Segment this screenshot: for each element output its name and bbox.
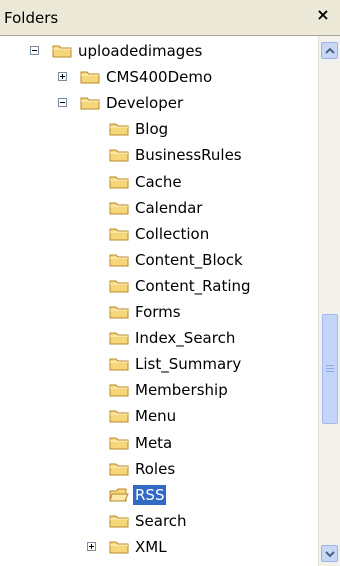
chevron-down-icon — [325, 551, 335, 558]
tree-node[interactable]: Developer — [0, 92, 316, 114]
tree-node[interactable]: uploadedimages — [0, 40, 316, 62]
tree-node-label: CMS400Demo — [106, 68, 213, 87]
tree-node[interactable]: Collection — [0, 223, 316, 245]
tree-node-label: Meta — [135, 433, 173, 452]
folder-icon — [80, 69, 100, 85]
folder-tree: uploadedimages CMS400Demo Developer Blog Bus… — [0, 36, 316, 566]
tree-node-label: Cache — [135, 172, 182, 191]
tree-node[interactable]: List_Summary — [0, 353, 316, 375]
tree-node[interactable]: Cache — [0, 171, 316, 193]
folder-icon — [109, 200, 129, 216]
folder-icon — [109, 539, 129, 555]
panel-title: Folders — [4, 9, 59, 27]
folder-icon — [109, 435, 129, 451]
tree-node[interactable]: XML — [0, 536, 316, 558]
folder-icon — [109, 382, 129, 398]
folder-icon — [109, 174, 129, 190]
close-icon[interactable]: × — [314, 6, 332, 24]
expand-plus-icon[interactable] — [58, 72, 67, 82]
scroll-down-button[interactable] — [321, 545, 338, 562]
tree-node[interactable]: Search — [0, 510, 316, 532]
folder-icon — [109, 461, 129, 477]
folder-open-icon — [109, 487, 129, 503]
scroll-up-button[interactable] — [321, 42, 338, 59]
tree-node[interactable]: Index_Search — [0, 327, 316, 349]
tree-node-label: RSS — [133, 484, 167, 505]
folder-icon — [109, 408, 129, 424]
scrollbar-thumb[interactable] — [322, 314, 338, 424]
folder-icon — [80, 95, 100, 111]
tree-node-label: Content_Rating — [135, 276, 251, 295]
tree-node[interactable]: Roles — [0, 458, 316, 480]
tree-node[interactable]: Content_Block — [0, 249, 316, 271]
tree-node[interactable]: Meta — [0, 432, 316, 454]
folder-icon — [109, 304, 129, 320]
collapse-minus-icon[interactable] — [58, 98, 67, 108]
folder-icon — [52, 43, 72, 59]
folder-icon — [109, 513, 129, 529]
tree-node-label: Menu — [135, 407, 177, 426]
tree-node-label: List_Summary — [135, 355, 242, 374]
tree-node[interactable]: Membership — [0, 379, 316, 401]
tree-node[interactable]: Blog — [0, 118, 316, 140]
tree-node[interactable]: Content_Rating — [0, 275, 316, 297]
tree-node[interactable]: Forms — [0, 301, 316, 323]
tree-node-label: Content_Block — [135, 250, 243, 269]
tree-node[interactable]: BusinessRules — [0, 144, 316, 166]
folder-icon — [109, 330, 129, 346]
tree-node-label: Forms — [135, 303, 181, 321]
tree-node-label: Blog — [135, 120, 169, 139]
tree-node[interactable]: Menu — [0, 405, 316, 427]
chevron-up-icon — [325, 47, 335, 54]
folder-icon — [109, 356, 129, 372]
folder-icon — [109, 121, 129, 137]
tree-node[interactable]: Calendar — [0, 197, 316, 219]
tree-node-label: Roles — [135, 459, 176, 478]
tree-node[interactable]: RSS — [0, 484, 316, 506]
tree-node-label: Collection — [135, 224, 210, 243]
tree-node[interactable]: CMS400Demo — [0, 66, 316, 88]
tree-node-label: Developer — [106, 94, 184, 113]
tree-node-label: Search — [135, 511, 187, 530]
folder-icon — [109, 147, 129, 163]
expand-plus-icon[interactable] — [87, 541, 96, 551]
folders-header: Folders × — [0, 0, 340, 36]
tree-node-label: XML — [135, 537, 167, 556]
folder-icon — [109, 278, 129, 294]
collapse-minus-icon[interactable] — [30, 46, 39, 55]
tree-node-label: uploadedimages — [78, 42, 203, 60]
tree-node-label: Index_Search — [135, 329, 236, 348]
folder-icon — [109, 252, 129, 268]
tree-node-label: Membership — [135, 381, 228, 400]
tree-node-label: Calendar — [135, 198, 203, 217]
folder-icon — [109, 226, 129, 242]
vertical-scrollbar[interactable] — [318, 36, 340, 566]
tree-node-label: BusinessRules — [135, 146, 242, 165]
